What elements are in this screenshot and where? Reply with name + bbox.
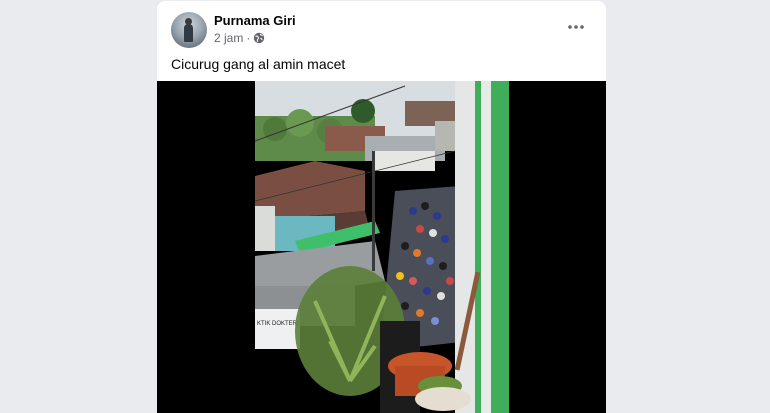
post-meta: 2 jam ·	[214, 31, 265, 45]
globe-icon[interactable]	[253, 32, 265, 44]
video-frame: KTIK DOKTER	[255, 81, 509, 413]
post-time[interactable]: 2 jam	[214, 31, 243, 45]
sign-text: KTIK DOKTER	[257, 321, 298, 327]
post-caption: Cicurug gang al amin macet	[171, 56, 346, 72]
video-still: KTIK DOKTER	[255, 81, 509, 413]
avatar[interactable]	[171, 12, 207, 48]
meta-separator: ·	[246, 31, 251, 45]
avatar-body	[184, 24, 193, 42]
post-author[interactable]: Purnama Giri	[214, 13, 296, 28]
more-options-icon[interactable]	[564, 18, 588, 36]
feed-post: Purnama Giri 2 jam · Cicurug gang al ami…	[157, 1, 606, 413]
video-player[interactable]: KTIK DOKTER	[157, 81, 606, 413]
